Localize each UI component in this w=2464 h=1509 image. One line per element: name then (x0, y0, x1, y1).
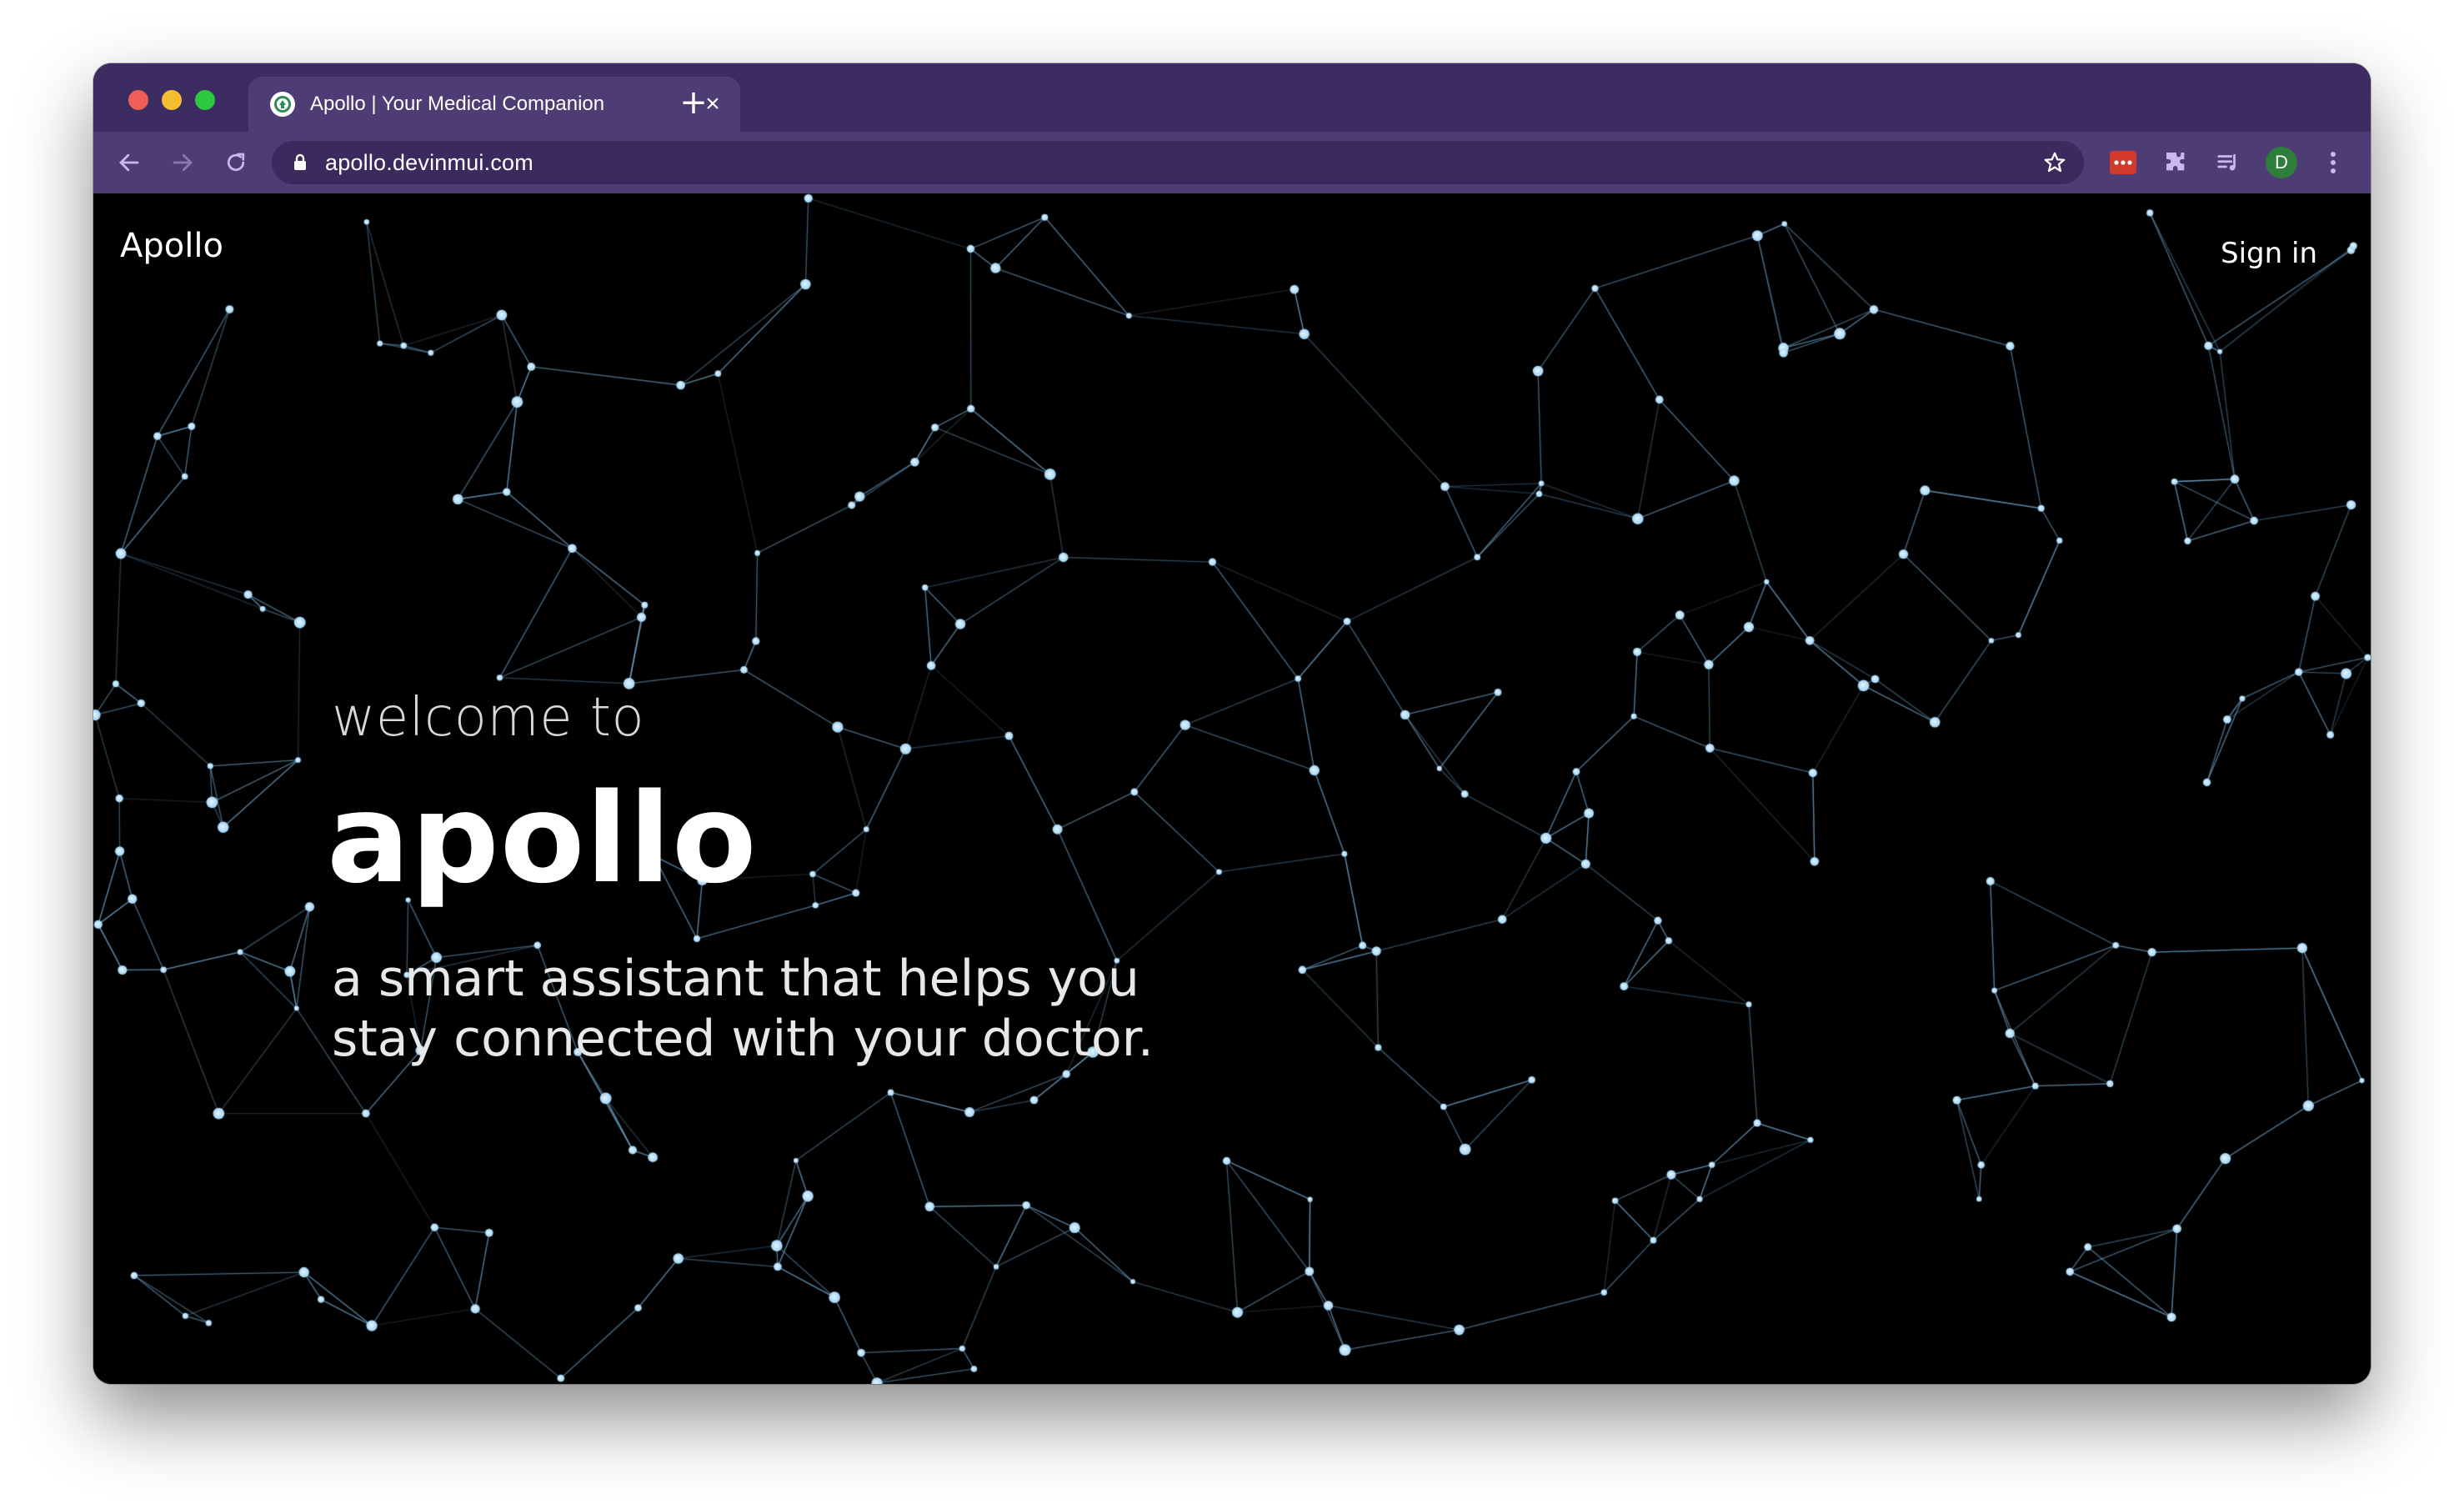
profile-initial: D (2266, 147, 2297, 178)
browser-toolbar: apollo.devinmui.com D (93, 132, 2371, 195)
window-zoom-button[interactable] (195, 90, 215, 110)
password-manager-extension-icon[interactable] (2107, 147, 2139, 178)
lock-icon (292, 153, 308, 172)
sign-in-link[interactable]: Sign in (2221, 237, 2317, 270)
hero-subtitle-line-1: a smart assistant that helps you (332, 950, 1139, 1008)
window-minimize-button[interactable] (162, 90, 182, 110)
apollo-favicon-icon (270, 92, 295, 117)
browser-menu-icon[interactable] (2317, 147, 2349, 178)
tab-strip: Apollo | Your Medical Companion × + (93, 63, 2371, 132)
tab-title: Apollo | Your Medical Companion (310, 93, 605, 115)
arrow-left-icon (119, 153, 139, 172)
reload-button[interactable] (215, 142, 257, 183)
extensions-puzzle-icon[interactable] (2161, 147, 2192, 178)
back-button[interactable] (108, 142, 150, 183)
bookmark-star-icon[interactable] (2042, 150, 2067, 175)
hero-subtitle: a smart assistant that helps you stay co… (332, 949, 1249, 1069)
browser-chrome: Apollo | Your Medical Companion × + apol… (93, 63, 2371, 195)
new-tab-button[interactable]: + (669, 82, 719, 123)
forward-button[interactable] (162, 142, 203, 183)
browser-window: Apollo | Your Medical Companion × + apol… (93, 63, 2371, 1384)
hero-title: apollo (327, 767, 758, 910)
arrow-right-icon (173, 153, 193, 172)
hero-eyebrow: welcome to (332, 687, 645, 749)
address-url: apollo.devinmui.com (325, 149, 533, 175)
page-content: Apollo Sign in welcome to apollo a smart… (93, 193, 2371, 1384)
browser-tab-apollo[interactable]: Apollo | Your Medical Companion × (248, 77, 740, 132)
profile-avatar[interactable]: D (2266, 147, 2297, 178)
reload-icon (227, 153, 245, 172)
media-queue-icon[interactable] (2212, 147, 2244, 178)
hero-subtitle-line-2: stay connected with your doctor. (332, 1010, 1154, 1068)
brand-logo[interactable]: Apollo (120, 227, 223, 265)
window-close-button[interactable] (128, 90, 148, 110)
address-bar[interactable]: apollo.devinmui.com (272, 141, 2084, 184)
